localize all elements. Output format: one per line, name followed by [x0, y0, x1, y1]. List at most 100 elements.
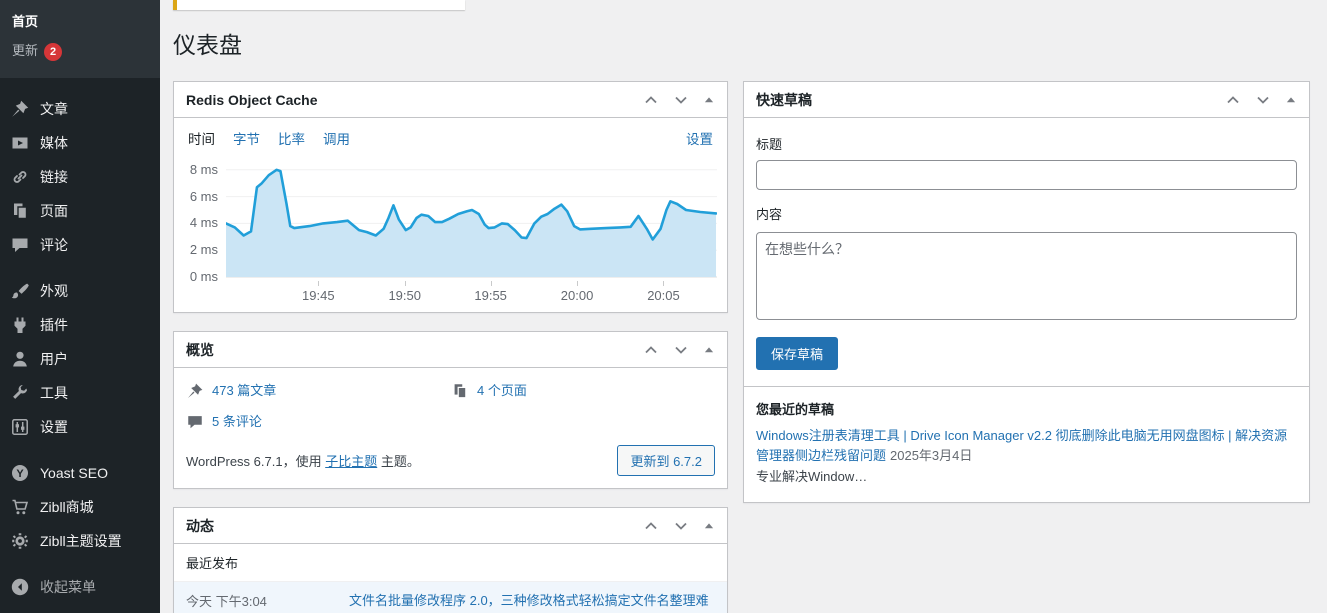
x-tick-label: 20:00 — [561, 288, 594, 303]
sidebar-item-zibll-theme-settings[interactable]: Zibll主题设置 — [0, 524, 160, 558]
sidebar-item-label: 媒体 — [40, 133, 68, 153]
move-up-icon[interactable] — [1225, 92, 1241, 108]
pin-icon — [10, 99, 30, 119]
sliders-icon — [10, 417, 30, 437]
sidebar-updates-label: 更新 — [12, 43, 38, 58]
collapse-panel-icon[interactable] — [703, 94, 715, 106]
redis-tabs: 时间 字节 比率 调用 设置 — [174, 118, 727, 158]
sidebar-item-home[interactable]: 首页 — [0, 6, 160, 35]
redis-tab-time[interactable]: 时间 — [188, 128, 215, 148]
comment-icon — [10, 235, 30, 255]
move-down-icon[interactable] — [673, 518, 689, 534]
gear-icon — [10, 531, 30, 551]
user-icon — [10, 349, 30, 369]
redis-panel-header: Redis Object Cache — [174, 82, 727, 118]
draft-excerpt: 专业解决Window… — [756, 468, 1297, 486]
dashboard-submenu: 首页 更新 2 — [0, 0, 160, 78]
sidebar-item-pages[interactable]: 页面 — [0, 194, 160, 228]
sidebar-item-label: Zibll商城 — [40, 497, 94, 517]
save-draft-button[interactable]: 保存草稿 — [756, 337, 838, 370]
activity-post-link[interactable]: 文件名批量修改程序 2.0，三种修改格式轻松搞定文件名整理难题 — [349, 591, 715, 613]
wordpress-version-row: WordPress 6.7.1，使用 子比主题 主题。 更新到 6.7.2 — [186, 445, 715, 476]
sidebar-item-label: 设置 — [40, 417, 68, 437]
brush-icon — [10, 281, 30, 301]
sidebar-item-links[interactable]: 链接 — [0, 160, 160, 194]
media-icon — [10, 133, 30, 153]
sidebar-item-posts[interactable]: 文章 — [0, 92, 160, 126]
draft-title-label: 标题 — [756, 134, 1297, 153]
sidebar-item-settings[interactable]: 设置 — [0, 410, 160, 444]
glance-panel-header: 概览 — [174, 332, 727, 368]
sidebar-item-label: 文章 — [40, 99, 68, 119]
collapse-panel-icon[interactable] — [703, 344, 715, 356]
draft-title-input[interactable] — [756, 160, 1297, 190]
wrench-icon — [10, 383, 30, 403]
move-up-icon[interactable] — [643, 342, 659, 358]
sidebar-item-yoast-seo[interactable]: Y Yoast SEO — [0, 456, 160, 490]
move-down-icon[interactable] — [673, 92, 689, 108]
activity-panel-header: 动态 — [174, 508, 727, 544]
y-tick-label: 4 ms — [190, 215, 218, 231]
dashboard-content: 仪表盘 Redis Object Cache 时间 — [160, 0, 1327, 613]
sidebar-item-users[interactable]: 用户 — [0, 342, 160, 376]
sidebar-item-updates[interactable]: 更新 2 — [0, 35, 160, 66]
x-tick-label: 19:45 — [302, 288, 335, 303]
updates-count-badge: 2 — [44, 43, 62, 61]
collapse-panel-icon[interactable] — [1285, 94, 1297, 106]
sidebar-item-zibll-shop[interactable]: Zibll商城 — [0, 490, 160, 524]
plug-icon — [10, 315, 30, 335]
redis-tab-bytes[interactable]: 字节 — [233, 128, 260, 148]
collapse-panel-icon[interactable] — [703, 520, 715, 532]
move-up-icon[interactable] — [643, 92, 659, 108]
sidebar-item-comments[interactable]: 评论 — [0, 228, 160, 262]
sidebar-item-media[interactable]: 媒体 — [0, 126, 160, 160]
y-tick-label: 2 ms — [190, 242, 218, 258]
update-wordpress-button[interactable]: 更新到 6.7.2 — [617, 445, 715, 476]
version-text: WordPress 6.7.1，使用 子比主题 主题。 — [186, 451, 420, 470]
page-title: 仪表盘 — [173, 31, 1327, 60]
y-tick-label: 6 ms — [190, 189, 218, 205]
redis-settings-link[interactable]: 设置 — [686, 128, 713, 148]
redis-chart-svg — [226, 162, 717, 280]
theme-link[interactable]: 子比主题 — [325, 454, 377, 469]
activity-time: 今天 下午3:04 — [186, 591, 349, 613]
sidebar-item-label: 收起菜单 — [40, 577, 96, 597]
glance-pages: 4 个页面 — [451, 380, 715, 402]
draft-content-label: 内容 — [756, 204, 1297, 223]
sidebar-item-collapse-menu[interactable]: 收起菜单 — [0, 570, 160, 604]
sidebar-item-label: 用户 — [40, 349, 68, 369]
recent-drafts-header: 您最近的草稿 — [756, 399, 1297, 418]
move-down-icon[interactable] — [1255, 92, 1271, 108]
draft-post-link[interactable]: Windows注册表清理工具 | Drive Icon Manager v2.2… — [756, 428, 1287, 463]
comments-count-link[interactable]: 5 条评论 — [212, 411, 262, 433]
pages-count-link[interactable]: 4 个页面 — [477, 380, 527, 402]
x-tick-label: 20:05 — [647, 288, 680, 303]
sidebar-home-label: 首页 — [12, 14, 38, 29]
x-tick-label: 19:50 — [388, 288, 421, 303]
posts-count-link[interactable]: 473 篇文章 — [212, 380, 276, 402]
x-tick-label: 19:55 — [474, 288, 507, 303]
chart-x-axis: 19:45 19:50 19:55 20:00 20:05 — [226, 280, 717, 306]
draft-content-textarea[interactable] — [756, 232, 1297, 320]
sidebar-item-label: Zibll主题设置 — [40, 531, 122, 551]
redis-object-cache-panel: Redis Object Cache 时间 字节 比率 调用 设置 — [173, 81, 728, 313]
chart-plot-area: 19:45 19:50 19:55 20:00 20:05 — [226, 162, 717, 306]
pages-icon — [10, 201, 30, 221]
redis-tab-calls[interactable]: 调用 — [323, 128, 350, 148]
activity-panel: 动态 最近发布 今天 下午3:04 文件名批量修改程序 2.0，三种修改格式轻松… — [173, 507, 728, 613]
move-down-icon[interactable] — [673, 342, 689, 358]
sidebar-item-plugins[interactable]: 插件 — [0, 308, 160, 342]
y-tick-label: 8 ms — [190, 162, 218, 178]
link-icon — [10, 167, 30, 187]
yoast-icon: Y — [10, 463, 30, 483]
move-up-icon[interactable] — [643, 518, 659, 534]
chart-y-axis: 8 ms 6 ms 4 ms 2 ms 0 ms — [180, 162, 226, 280]
at-a-glance-panel: 概览 473 篇文章 — [173, 331, 728, 489]
comment-icon — [186, 413, 204, 431]
sidebar-item-tools[interactable]: 工具 — [0, 376, 160, 410]
quick-draft-panel-header: 快速草稿 — [744, 82, 1309, 118]
sidebar-item-appearance[interactable]: 外观 — [0, 274, 160, 308]
recently-published-header: 最近发布 — [174, 544, 727, 581]
redis-chart: 8 ms 6 ms 4 ms 2 ms 0 ms 19:45 — [174, 158, 727, 312]
redis-tab-ratio[interactable]: 比率 — [278, 128, 305, 148]
